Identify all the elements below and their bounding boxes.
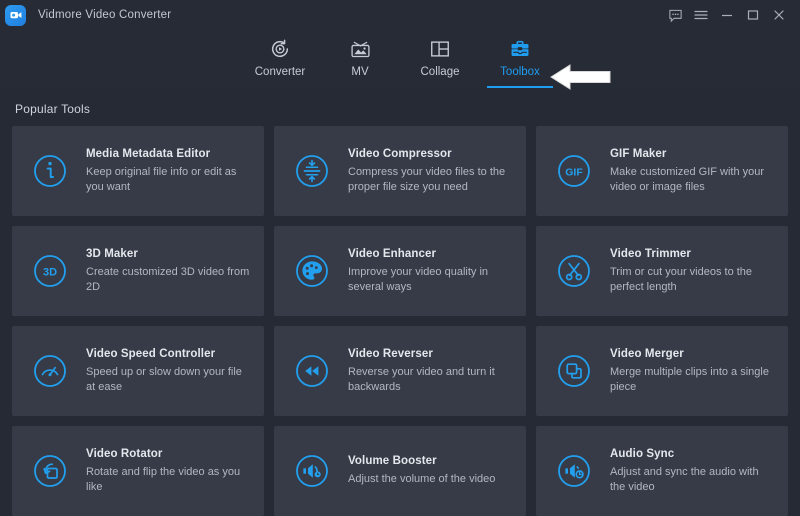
- tool-title: Video Merger: [610, 348, 774, 360]
- tool-card-video-rotator[interactable]: Video Rotator Rotate and flip the video …: [12, 426, 264, 516]
- tool-card-text: Volume Booster Adjust the volume of the …: [348, 455, 495, 487]
- tool-card-text: 3D Maker Create customized 3D video from…: [86, 248, 250, 295]
- scissors-icon: [554, 251, 594, 291]
- compress-icon: [292, 151, 332, 191]
- title-bar: Vidmore Video Converter: [0, 0, 800, 30]
- main-navigation: Converter MV: [0, 30, 800, 88]
- tool-desc: Improve your video quality in several wa…: [348, 265, 512, 295]
- pointer-arrow: [548, 60, 614, 94]
- tool-card-video-merger[interactable]: Video Merger Merge multiple clips into a…: [536, 326, 788, 416]
- tool-title: Video Rotator: [86, 448, 250, 460]
- app-window: Vidmore Video Converter: [0, 0, 800, 516]
- tab-converter-label: Converter: [255, 66, 306, 78]
- tool-card-text: Video Speed Controller Speed up or slow …: [86, 348, 250, 395]
- tab-converter[interactable]: Converter: [240, 30, 320, 88]
- tool-card-volume-booster[interactable]: Volume Booster Adjust the volume of the …: [274, 426, 526, 516]
- tool-desc: Speed up or slow down your file at ease: [86, 365, 250, 395]
- tool-desc: Trim or cut your videos to the perfect l…: [610, 265, 774, 295]
- active-tab-indicator: [487, 86, 553, 88]
- merge-squares-icon: [554, 351, 594, 391]
- converter-icon: [269, 36, 291, 62]
- tab-collage-label: Collage: [421, 66, 460, 78]
- tool-card-text: Video Compressor Compress your video fil…: [348, 148, 512, 195]
- tab-list: Converter MV: [240, 30, 560, 88]
- tab-mv-label: MV: [351, 66, 368, 78]
- tool-card-text: GIF Maker Make customized GIF with your …: [610, 148, 774, 195]
- tool-title: Video Trimmer: [610, 248, 774, 260]
- tool-title: Volume Booster: [348, 455, 495, 467]
- tool-card-video-reverser[interactable]: Video Reverser Reverse your video and tu…: [274, 326, 526, 416]
- tool-card-video-compressor[interactable]: Video Compressor Compress your video fil…: [274, 126, 526, 216]
- tool-desc: Compress your video files to the proper …: [348, 165, 512, 195]
- rewind-icon: [292, 351, 332, 391]
- tool-title: GIF Maker: [610, 148, 774, 160]
- tool-title: Video Enhancer: [348, 248, 512, 260]
- rotate-icon: [30, 451, 70, 491]
- tool-card-gif-maker[interactable]: GIF GIF Maker Make customized GIF with y…: [536, 126, 788, 216]
- menu-icon[interactable]: [688, 2, 714, 28]
- tools-grid: Media Metadata Editor Keep original file…: [12, 126, 788, 516]
- tool-title: 3D Maker: [86, 248, 250, 260]
- tool-desc: Adjust the volume of the video: [348, 472, 495, 487]
- tab-collage[interactable]: Collage: [400, 30, 480, 88]
- toolbox-icon: [509, 36, 531, 62]
- tool-desc: Merge multiple clips into a single piece: [610, 365, 774, 395]
- tool-card-3d-maker[interactable]: 3D 3D Maker Create customized 3D video f…: [12, 226, 264, 316]
- tab-toolbox-label: Toolbox: [500, 66, 540, 78]
- close-icon[interactable]: [766, 2, 792, 28]
- tool-card-text: Audio Sync Adjust and sync the audio wit…: [610, 448, 774, 495]
- minimize-icon[interactable]: [714, 2, 740, 28]
- tool-title: Audio Sync: [610, 448, 774, 460]
- speedometer-icon: [30, 351, 70, 391]
- tool-desc: Keep original file info or edit as you w…: [86, 165, 250, 195]
- tool-card-text: Video Rotator Rotate and flip the video …: [86, 448, 250, 495]
- tool-desc: Rotate and flip the video as you like: [86, 465, 250, 495]
- mv-icon: [349, 36, 372, 62]
- tool-card-video-enhancer[interactable]: Video Enhancer Improve your video qualit…: [274, 226, 526, 316]
- svg-text:3D: 3D: [43, 267, 57, 279]
- tool-card-media-metadata-editor[interactable]: Media Metadata Editor Keep original file…: [12, 126, 264, 216]
- info-circle-icon: [30, 151, 70, 191]
- speaker-clock-icon: [554, 451, 594, 491]
- gif-icon: GIF: [554, 151, 594, 191]
- tool-card-text: Video Reverser Reverse your video and tu…: [348, 348, 512, 395]
- tool-card-text: Video Enhancer Improve your video qualit…: [348, 248, 512, 295]
- feedback-icon[interactable]: [662, 2, 688, 28]
- vidmore-logo-icon: [5, 5, 26, 26]
- tool-desc: Adjust and sync the audio with the video: [610, 465, 774, 495]
- app-title: Vidmore Video Converter: [38, 9, 171, 21]
- three-d-icon: 3D: [30, 251, 70, 291]
- palette-icon: [292, 251, 332, 291]
- tool-card-text: Video Merger Merge multiple clips into a…: [610, 348, 774, 395]
- tool-title: Video Compressor: [348, 148, 512, 160]
- tool-desc: Create customized 3D video from 2D: [86, 265, 250, 295]
- tool-desc: Make customized GIF with your video or i…: [610, 165, 774, 195]
- tool-card-text: Media Metadata Editor Keep original file…: [86, 148, 250, 195]
- tool-card-video-trimmer[interactable]: Video Trimmer Trim or cut your videos to…: [536, 226, 788, 316]
- maximize-icon[interactable]: [740, 2, 766, 28]
- section-title: Popular Tools: [12, 88, 788, 126]
- tool-title: Video Speed Controller: [86, 348, 250, 360]
- toolbox-content: Popular Tools Media Metadata Editor Keep…: [0, 88, 800, 516]
- svg-text:GIF: GIF: [565, 167, 583, 179]
- collage-icon: [429, 36, 451, 62]
- tool-card-text: Video Trimmer Trim or cut your videos to…: [610, 248, 774, 295]
- tool-card-audio-sync[interactable]: Audio Sync Adjust and sync the audio wit…: [536, 426, 788, 516]
- tool-title: Video Reverser: [348, 348, 512, 360]
- tool-desc: Reverse your video and turn it backwards: [348, 365, 512, 395]
- tab-mv[interactable]: MV: [320, 30, 400, 88]
- speaker-icon: [292, 451, 332, 491]
- tool-card-video-speed-controller[interactable]: Video Speed Controller Speed up or slow …: [12, 326, 264, 416]
- tool-title: Media Metadata Editor: [86, 148, 250, 160]
